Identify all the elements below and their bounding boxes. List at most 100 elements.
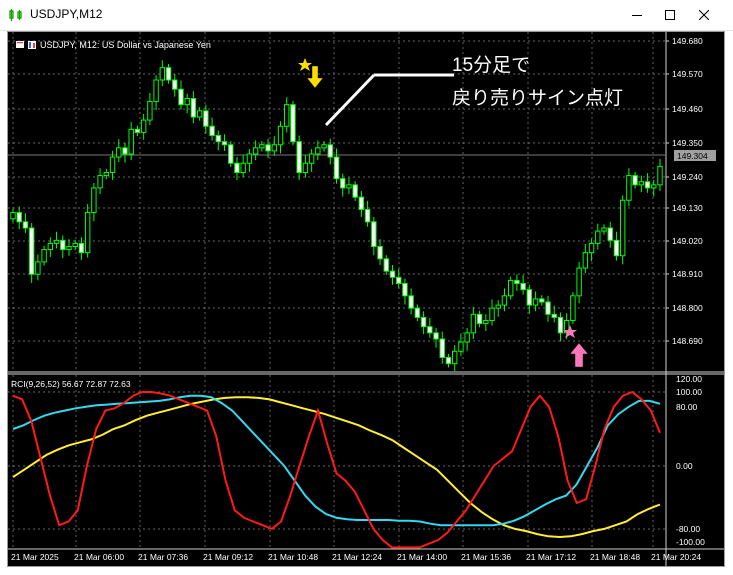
candle (35, 254, 41, 281)
time-tick-label: 21 Mar 2025 (11, 552, 59, 562)
minimize-button[interactable] (619, 0, 654, 30)
candle (582, 244, 589, 274)
candle (327, 138, 333, 165)
candle (371, 216, 377, 256)
candle (41, 245, 47, 266)
candle (321, 141, 327, 152)
candle (408, 288, 414, 315)
candle (507, 276, 514, 300)
candle (396, 268, 402, 289)
price-tick-label: 148.690 (672, 336, 703, 346)
candle (557, 312, 564, 342)
candle (252, 140, 259, 161)
candle (433, 327, 439, 348)
candle (501, 288, 508, 312)
candle (91, 182, 97, 222)
up-arrow-icon (569, 342, 589, 368)
chart-grid (8, 32, 724, 549)
candle (420, 311, 427, 335)
maximize-icon (664, 10, 675, 20)
candle (22, 213, 29, 233)
candle (377, 239, 383, 265)
candle (228, 141, 234, 167)
candle (333, 148, 340, 184)
candle (638, 175, 645, 193)
annotation-line-1: 15分足で (452, 54, 530, 76)
candle (588, 238, 595, 262)
candle (315, 140, 321, 161)
candle (53, 231, 60, 249)
chart-window[interactable]: 149.680 149.570 149.460 149.350 149.240 149.1… (7, 31, 725, 567)
candle (103, 168, 110, 180)
minimize-icon (631, 15, 642, 16)
candle (551, 305, 557, 323)
candle (458, 333, 464, 357)
candle (296, 135, 302, 180)
candle (159, 60, 166, 87)
yellow-star-icon (298, 58, 312, 71)
window-title: USDJPY,M12 (30, 7, 103, 21)
candle (346, 177, 352, 195)
candle (184, 93, 190, 114)
candle (290, 100, 296, 146)
candle (271, 136, 277, 156)
candle (626, 168, 632, 207)
price-tick-label: 149.570 (672, 69, 703, 79)
candle (97, 168, 103, 195)
rci-short-line (12, 390, 661, 549)
candle (277, 121, 284, 154)
candle (16, 206, 22, 230)
candle (445, 353, 452, 368)
candle (308, 149, 315, 172)
chart-info-text: USDJPY, M12: US Dollar vs Japanese Yen (40, 40, 211, 50)
candle (545, 295, 551, 322)
price-tick-label: 149.240 (672, 172, 703, 182)
rci-tick-label: -100.00 (676, 537, 705, 547)
title-bar: USDJPY,M12 (0, 0, 733, 31)
chart-info-header: USDJPY, M12: US Dollar vs Japanese Yen (16, 40, 211, 50)
time-tick-label: 21 Mar 10:48 (268, 552, 318, 562)
candle (284, 97, 290, 133)
candle (470, 306, 477, 339)
time-tick-label: 21 Mar 12:24 (332, 552, 382, 562)
candle (414, 304, 421, 322)
candle (364, 200, 371, 227)
time-tick-label: 21 Mar 06:00 (74, 552, 124, 562)
candle (601, 224, 607, 235)
candle (570, 292, 576, 325)
price-tick-label: 148.910 (672, 269, 703, 279)
close-button[interactable] (686, 0, 721, 30)
chart-app-icon (9, 9, 22, 21)
candle (651, 179, 657, 197)
candle (644, 173, 651, 193)
time-tick-label: 21 Mar 09:12 (203, 552, 253, 562)
candle (526, 284, 533, 314)
candle (84, 203, 91, 258)
candle (476, 310, 483, 328)
candle (28, 223, 35, 283)
candle (514, 274, 520, 291)
rci-long-line (12, 396, 661, 539)
buy-signal-annotation (563, 325, 589, 368)
rci-tick-label: 0.00 (676, 461, 693, 471)
candle (178, 80, 184, 110)
candle (595, 223, 601, 250)
candle (122, 142, 128, 163)
time-tick-label: 21 Mar 18:48 (590, 552, 640, 562)
candle (66, 239, 72, 256)
rci-tick-label: 100.00 (676, 387, 702, 397)
price-tick-label: 149.350 (672, 138, 703, 148)
time-tick-label: 21 Mar 15:36 (461, 552, 511, 562)
candle (47, 237, 54, 257)
candle (172, 73, 178, 97)
candle (657, 158, 663, 191)
maximize-button[interactable] (652, 0, 687, 30)
candle (165, 63, 172, 84)
current-price-value: 149.304 (677, 151, 708, 161)
chart-canvas[interactable]: 149.680 149.570 149.460 149.350 149.240 149.1… (8, 32, 724, 566)
down-arrow-icon (306, 65, 324, 89)
candle (539, 295, 545, 306)
candle (607, 221, 613, 248)
price-tick-label: 149.680 (672, 36, 703, 46)
candle (619, 195, 626, 265)
